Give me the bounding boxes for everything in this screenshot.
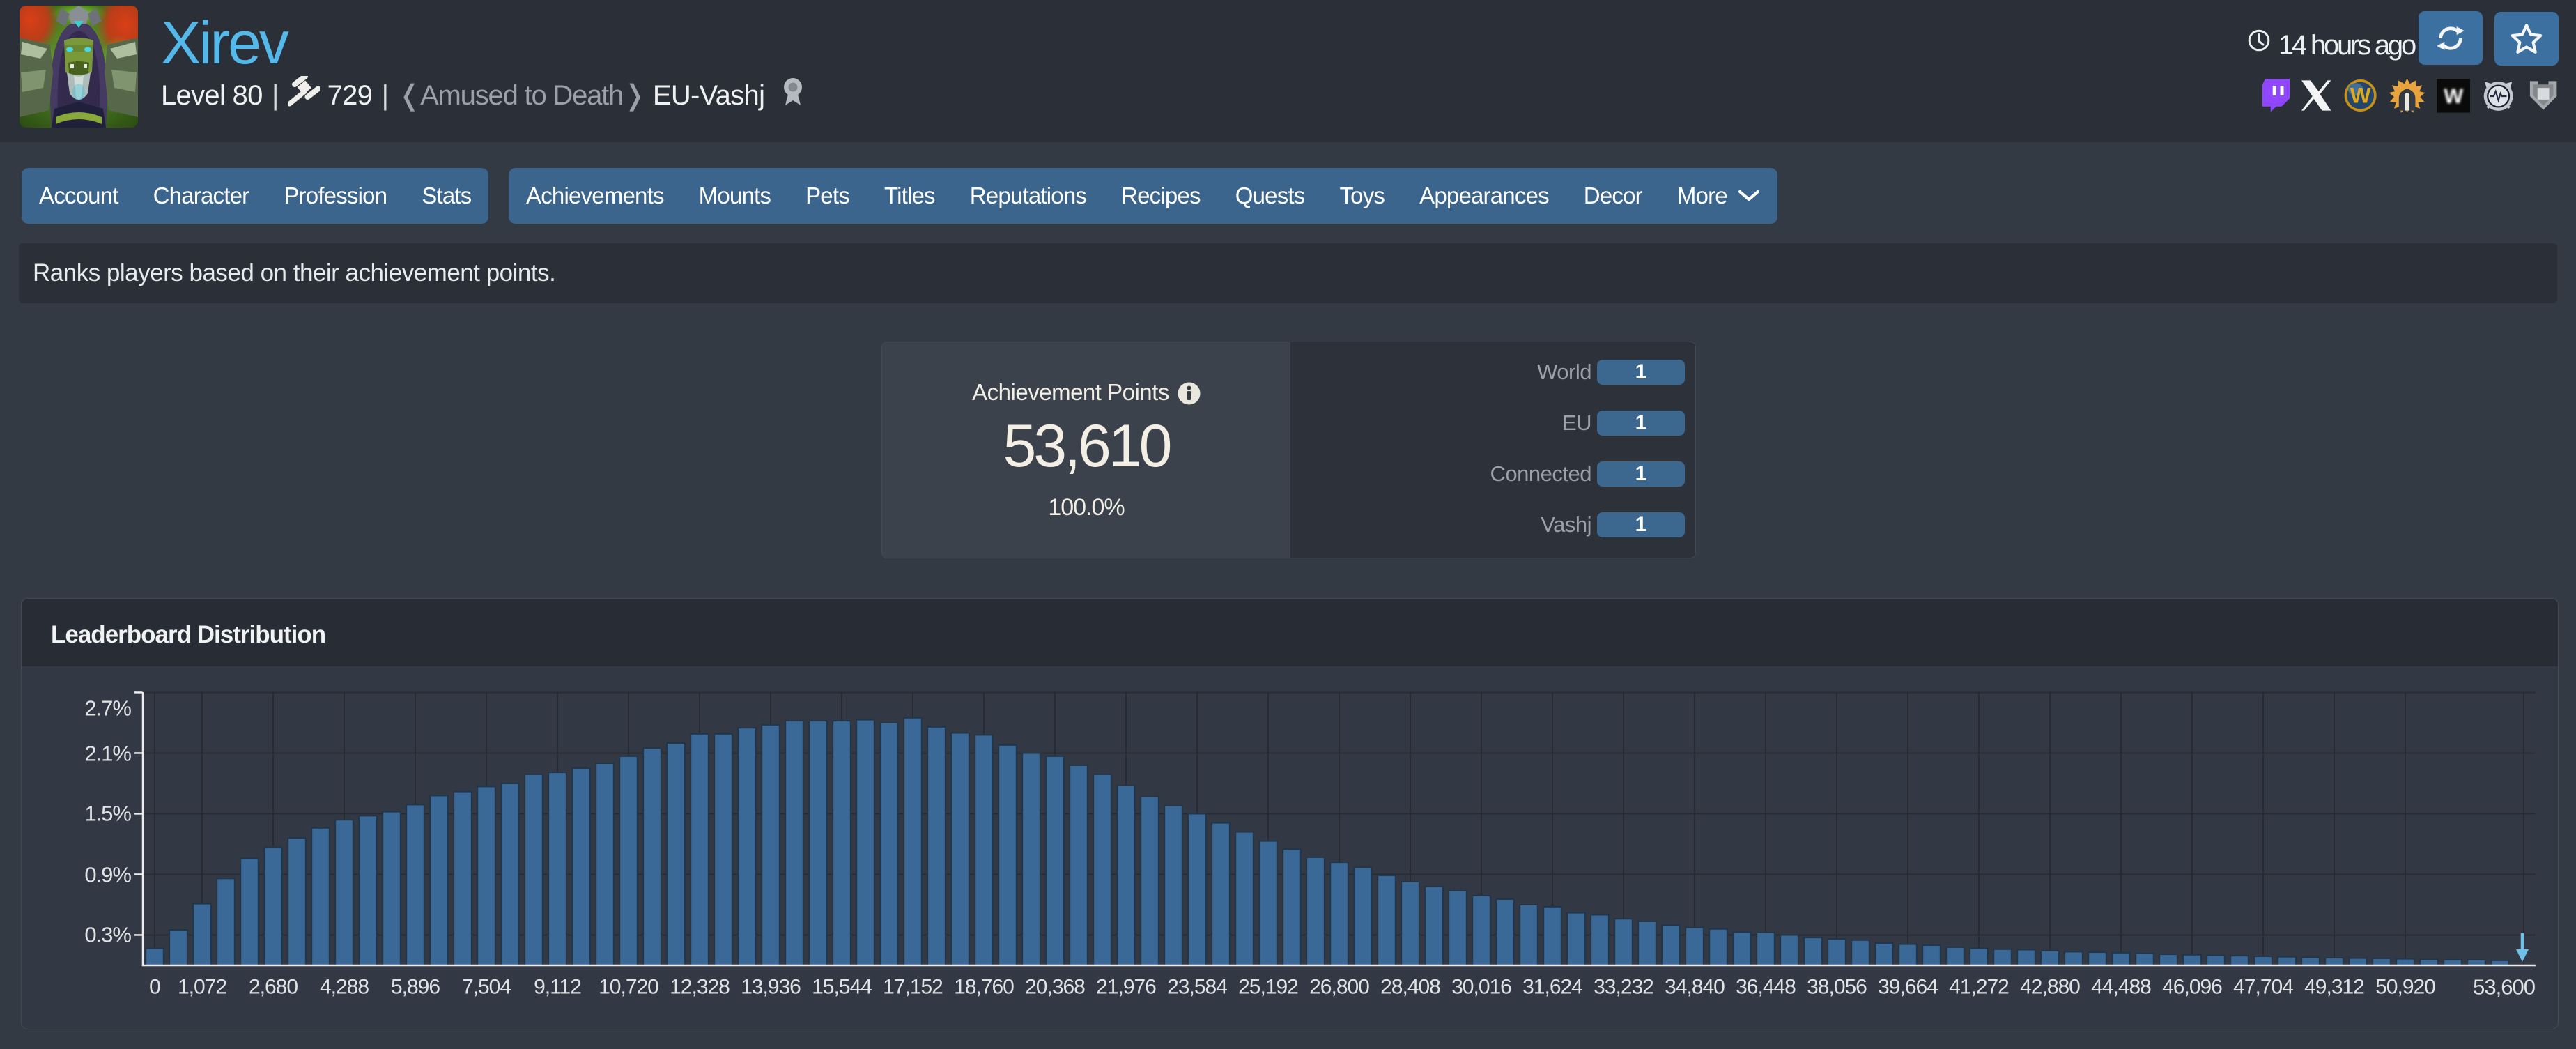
svg-text:2.1%: 2.1% xyxy=(84,742,131,766)
svg-text:1,072: 1,072 xyxy=(178,976,226,999)
svg-text:25,192: 25,192 xyxy=(1238,976,1298,999)
svg-text:15,544: 15,544 xyxy=(812,976,872,999)
svg-text:44,488: 44,488 xyxy=(2091,976,2151,999)
svg-text:18,760: 18,760 xyxy=(954,976,1014,999)
svg-text:21,976: 21,976 xyxy=(1096,976,1156,999)
svg-text:23,584: 23,584 xyxy=(1167,976,1227,999)
svg-text:13,936: 13,936 xyxy=(741,976,801,999)
svg-text:50,920: 50,920 xyxy=(2375,976,2435,999)
svg-text:33,232: 33,232 xyxy=(1594,976,1653,999)
svg-text:34,840: 34,840 xyxy=(1665,976,1725,999)
svg-text:7,504: 7,504 xyxy=(462,976,511,999)
svg-text:17,152: 17,152 xyxy=(883,976,943,999)
svg-text:1.5%: 1.5% xyxy=(84,802,131,826)
svg-text:53,600: 53,600 xyxy=(2473,975,2536,1000)
svg-text:20,368: 20,368 xyxy=(1025,976,1085,999)
svg-text:38,056: 38,056 xyxy=(1807,976,1867,999)
svg-text:36,448: 36,448 xyxy=(1736,976,1796,999)
svg-text:5,896: 5,896 xyxy=(391,976,440,999)
svg-text:2.7%: 2.7% xyxy=(84,696,131,721)
svg-text:41,272: 41,272 xyxy=(1949,976,2009,999)
svg-text:42,880: 42,880 xyxy=(2020,976,2080,999)
svg-text:0.9%: 0.9% xyxy=(84,863,131,887)
svg-text:30,016: 30,016 xyxy=(1451,976,1511,999)
svg-text:W: W xyxy=(2444,84,2463,107)
svg-text:4,288: 4,288 xyxy=(320,976,369,999)
svg-text:0.3%: 0.3% xyxy=(84,923,131,947)
svg-text:49,312: 49,312 xyxy=(2304,976,2364,999)
svg-text:W: W xyxy=(2350,82,2370,107)
svg-text:31,624: 31,624 xyxy=(1522,976,1582,999)
svg-text:0: 0 xyxy=(149,976,160,999)
svg-text:26,800: 26,800 xyxy=(1309,976,1369,999)
svg-text:39,664: 39,664 xyxy=(1878,976,1938,999)
svg-text:2,680: 2,680 xyxy=(249,976,298,999)
svg-text:28,408: 28,408 xyxy=(1380,976,1440,999)
svg-text:9,112: 9,112 xyxy=(534,976,581,999)
svg-text:10,720: 10,720 xyxy=(599,976,658,999)
svg-text:12,328: 12,328 xyxy=(670,976,730,999)
svg-text:47,704: 47,704 xyxy=(2233,976,2293,999)
svg-text:46,096: 46,096 xyxy=(2162,976,2222,999)
